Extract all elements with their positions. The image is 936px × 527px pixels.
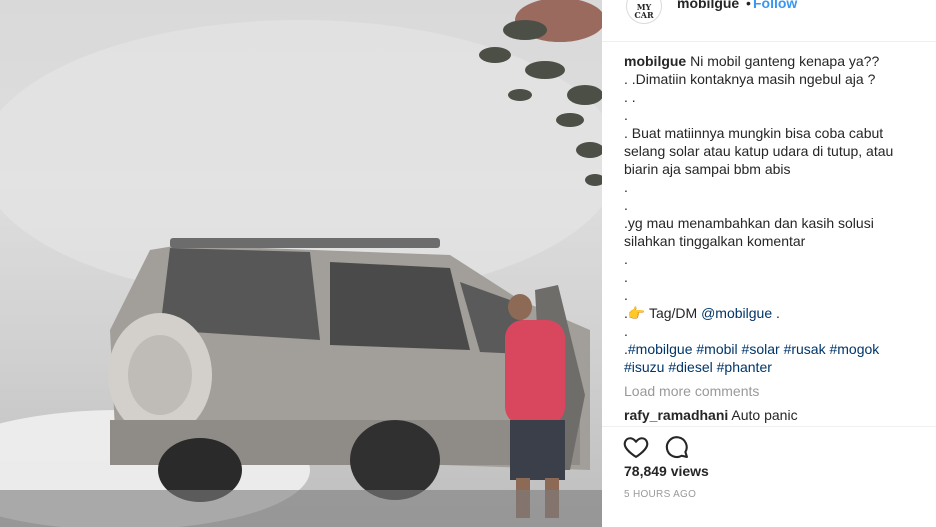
caption-line: . Buat matiinnya mungkin bisa coba cabut…: [624, 125, 898, 177]
heart-outline-icon[interactable]: [622, 433, 650, 461]
follow-button[interactable]: Follow: [753, 0, 797, 11]
post-video[interactable]: [0, 0, 602, 527]
caption-line: .: [624, 107, 628, 123]
post-actions: 78,849 views 5 HOURS AGO: [602, 426, 936, 527]
caption-tag-line: .👉 Tag/DM @mobilgue .: [624, 304, 920, 322]
caption-line: .: [624, 287, 628, 303]
caption-username[interactable]: mobilgue: [624, 53, 686, 69]
avatar[interactable]: MY CAR: [626, 0, 662, 24]
comments-list[interactable]: mobilgue Ni mobil ganteng kenapa ya?? . …: [624, 52, 920, 426]
comment-username[interactable]: rafy_ramadhani: [624, 407, 728, 423]
caption-first-line: mobilgue Ni mobil ganteng kenapa ya??: [624, 52, 920, 70]
caption-line: . .: [624, 89, 636, 105]
avatar-logo-text: MY CAR: [634, 2, 654, 20]
load-more-comments-button[interactable]: Load more comments: [624, 382, 920, 400]
hashtag-link[interactable]: #mobil: [696, 341, 737, 357]
caption-line: .: [624, 251, 628, 267]
caption: mobilgue Ni mobil ganteng kenapa ya?? . …: [624, 52, 920, 376]
caption-text: Ni mobil ganteng kenapa ya??: [690, 53, 880, 69]
person-figure: [505, 294, 565, 518]
caption-line: .yg mau menambahkan dan kasih solusi sil…: [624, 215, 878, 249]
tag-prefix: .👉 Tag/DM: [624, 305, 702, 321]
tag-suffix: .: [772, 305, 780, 321]
comment-item: rafy_ramadhani Auto panic: [624, 406, 920, 424]
post-side-panel: MY CAR mobilgue • Follow mobilgue Ni mob…: [602, 0, 936, 527]
hashtag-link[interactable]: #solar: [742, 341, 780, 357]
speech-bubble-icon[interactable]: [663, 433, 691, 461]
caption-line: . .Dimatiin kontaknya masih ngebul aja ?: [624, 71, 876, 87]
post-timestamp[interactable]: 5 HOURS AGO: [624, 489, 696, 500]
hashtag-link[interactable]: #phanter: [717, 359, 772, 375]
hashtag-link[interactable]: #mogok: [829, 341, 879, 357]
hashtag-link[interactable]: #mobilgue: [628, 341, 693, 357]
hashtag-link[interactable]: #rusak: [784, 341, 826, 357]
caption-line: .: [624, 197, 628, 213]
caption-line: .: [624, 269, 628, 285]
post-header: MY CAR mobilgue • Follow: [602, 0, 936, 42]
comment-text: Auto panic: [731, 407, 798, 423]
header-username[interactable]: mobilgue: [677, 0, 739, 11]
view-count[interactable]: 78,849 views: [624, 463, 709, 479]
header-separator: •: [746, 0, 751, 11]
caption-line: .: [624, 179, 628, 195]
video-frame: [0, 0, 602, 527]
hashtag-link[interactable]: #diesel: [668, 359, 712, 375]
hashtag-link[interactable]: #isuzu: [624, 359, 664, 375]
hashtag-line: .#mobilgue #mobil #solar #rusak #mogok #…: [624, 341, 880, 375]
caption-line: .: [624, 323, 628, 339]
mention-link[interactable]: @mobilgue: [701, 305, 772, 321]
